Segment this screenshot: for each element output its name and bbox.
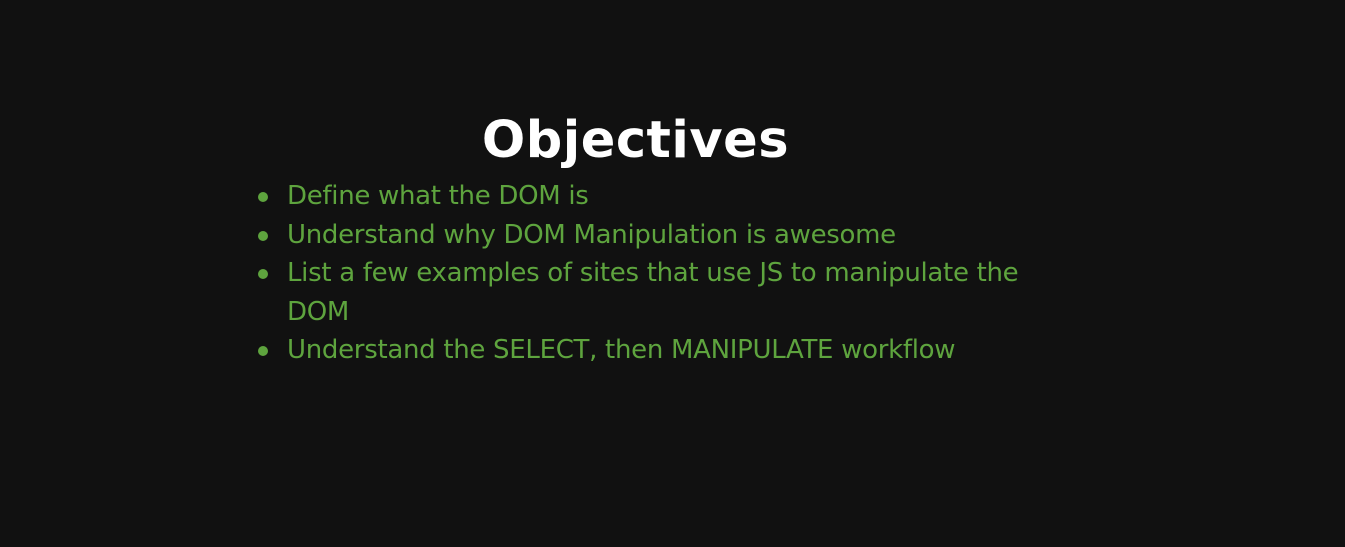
objective-text: Define what the DOM is (287, 181, 589, 211)
bullet-dot-icon (258, 269, 268, 279)
objective-text: Understand why DOM Manipulation is aweso… (287, 219, 896, 250)
objective-item: Define what the DOM is (258, 177, 1027, 216)
bullet-dot-icon (258, 192, 268, 202)
slide: Objectives Define what the DOM is Unders… (0, 0, 1345, 547)
bullet-dot-icon (258, 230, 268, 241)
objective-text: Understand the SELECT, then MANIPULATE w… (287, 335, 956, 365)
objective-text: List a few examples of sites that use JS… (287, 258, 1019, 327)
objective-item: Understand the SELECT, then MANIPULATE w… (258, 331, 1027, 370)
objective-item: List a few examples of sites that use JS… (258, 254, 1027, 331)
bullet-dot-icon (258, 346, 268, 356)
objectives-list: Define what the DOM is Understand why DO… (258, 177, 1027, 370)
slide-title: Objectives (481, 111, 790, 170)
objective-item: Understand why DOM Manipulation is aweso… (258, 216, 1027, 255)
